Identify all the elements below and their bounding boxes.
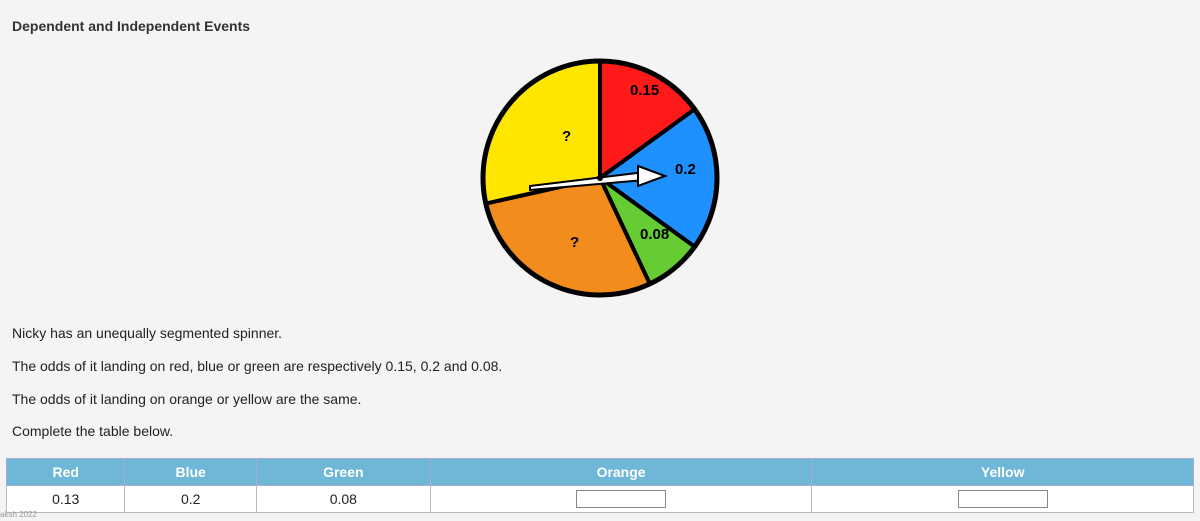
header-orange: Orange bbox=[430, 459, 812, 486]
question-text: Nicky has an unequally segmented spinner… bbox=[12, 318, 502, 449]
spinner-label-green: 0.08 bbox=[640, 226, 669, 243]
question-line-1: Nicky has an unequally segmented spinner… bbox=[12, 318, 502, 349]
question-line-4: Complete the table below. bbox=[12, 416, 502, 447]
table-header-row: Red Blue Green Orange Yellow bbox=[7, 459, 1194, 486]
spinner: 0.15 0.2 0.08 ? ? bbox=[480, 58, 720, 298]
cell-orange bbox=[430, 486, 812, 513]
spinner-svg bbox=[480, 58, 720, 298]
orange-input[interactable] bbox=[576, 490, 666, 508]
answer-table: Red Blue Green Orange Yellow 0.13 0.2 0.… bbox=[6, 458, 1194, 513]
cell-blue: 0.2 bbox=[125, 486, 256, 513]
header-blue: Blue bbox=[125, 459, 256, 486]
spinner-label-yellow: ? bbox=[562, 128, 571, 145]
cell-green: 0.08 bbox=[256, 486, 430, 513]
cell-red: 0.13 bbox=[7, 486, 125, 513]
spinner-label-orange: ? bbox=[570, 234, 579, 251]
spinner-label-red: 0.15 bbox=[630, 82, 659, 99]
table-value-row: 0.13 0.2 0.08 bbox=[7, 486, 1194, 513]
question-line-3: The odds of it landing on orange or yell… bbox=[12, 384, 502, 415]
header-green: Green bbox=[256, 459, 430, 486]
cell-yellow bbox=[812, 486, 1194, 513]
spinner-label-blue: 0.2 bbox=[675, 161, 696, 178]
question-line-2: The odds of it landing on red, blue or g… bbox=[12, 351, 502, 382]
header-red: Red bbox=[7, 459, 125, 486]
footer-text: aksh 2022 bbox=[0, 510, 37, 519]
header-yellow: Yellow bbox=[812, 459, 1194, 486]
page-title: Dependent and Independent Events bbox=[0, 0, 1200, 34]
yellow-input[interactable] bbox=[958, 490, 1048, 508]
